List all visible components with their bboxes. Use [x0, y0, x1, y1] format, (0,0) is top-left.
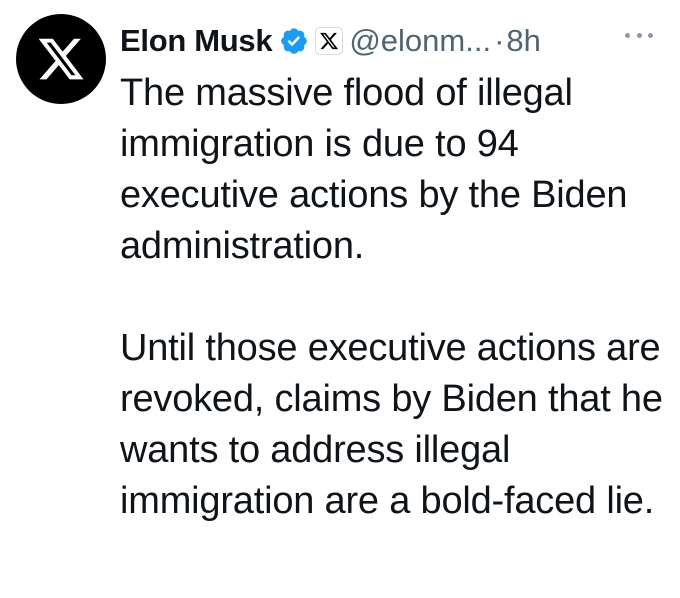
- tweet-text: The massive flood of illegal immigration…: [120, 68, 668, 527]
- avatar[interactable]: [16, 14, 106, 104]
- tweet[interactable]: Elon Musk @elonm... · 8h The massive flo…: [0, 0, 680, 598]
- tweet-paragraph: The massive flood of illegal immigration…: [120, 72, 628, 267]
- timestamp[interactable]: 8h: [506, 23, 540, 59]
- affiliation-badge[interactable]: [315, 27, 344, 55]
- author-name[interactable]: Elon Musk: [120, 23, 273, 59]
- x-logo-icon: [320, 32, 339, 50]
- author-handle[interactable]: @elonm...: [349, 23, 491, 59]
- separator-dot: ·: [494, 23, 505, 58]
- more-options-icon[interactable]: [625, 28, 653, 42]
- tweet-paragraph: Until those executive actions are revoke…: [120, 327, 663, 522]
- more-dot: [648, 32, 653, 38]
- more-dot: [636, 32, 642, 38]
- tweet-header: Elon Musk @elonm... · 8h: [120, 16, 541, 66]
- verified-badge-icon[interactable]: [279, 26, 309, 56]
- x-logo-icon: [38, 38, 84, 80]
- more-dot: [625, 32, 630, 38]
